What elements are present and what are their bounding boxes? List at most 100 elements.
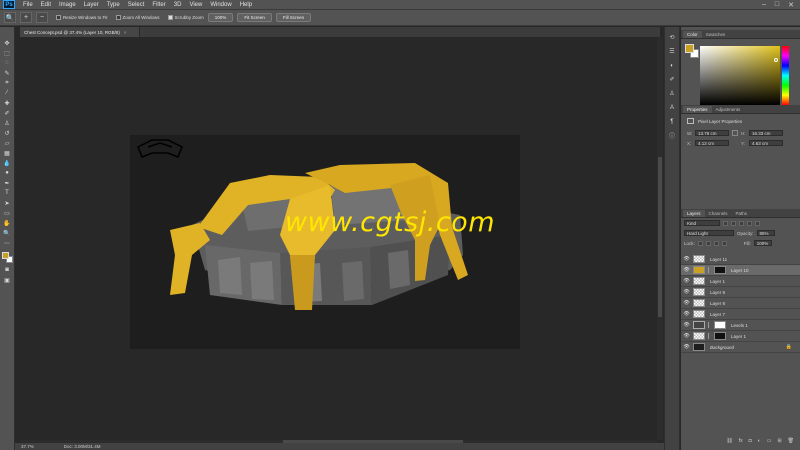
- link-layers-icon[interactable]: ⛓: [726, 438, 732, 446]
- eye-icon[interactable]: 👁: [683, 267, 690, 273]
- eye-icon[interactable]: 👁: [683, 256, 690, 262]
- layer-row[interactable]: 👁 Background 🔒: [681, 342, 800, 353]
- zoom-tool-icon-box[interactable]: 🔍: [2, 229, 13, 237]
- color-swatches[interactable]: [1, 252, 13, 264]
- document-tab[interactable]: Chest Concept.psd @ 37.4% (Layer 10, RGB…: [20, 27, 140, 37]
- close-tab-icon[interactable]: ×: [124, 30, 127, 35]
- eye-icon[interactable]: 👁: [683, 311, 690, 317]
- info-panel-icon[interactable]: ⓘ: [667, 131, 677, 140]
- type-tool-icon[interactable]: T: [2, 189, 13, 197]
- color-panel-swatches[interactable]: [685, 44, 699, 58]
- path-selection-tool-icon[interactable]: ➤: [2, 199, 13, 207]
- tab-paths[interactable]: Paths: [732, 210, 752, 217]
- healing-brush-tool-icon[interactable]: ✚: [2, 99, 13, 107]
- zoom-out-icon[interactable]: −: [36, 12, 48, 23]
- menu-file[interactable]: File: [19, 2, 37, 8]
- marquee-tool-icon[interactable]: ⬚: [2, 49, 13, 57]
- lock-position-icon[interactable]: [713, 240, 719, 246]
- menu-view[interactable]: View: [185, 2, 206, 8]
- y-field[interactable]: 4.63 cm: [749, 140, 783, 146]
- minimize-button[interactable]: –: [762, 1, 766, 9]
- layer-mask-thumbnail[interactable]: [714, 266, 726, 274]
- layer-row[interactable]: 👁 Layer 10: [681, 265, 800, 276]
- rectangle-tool-icon[interactable]: ▭: [2, 209, 13, 217]
- zoom-100-button[interactable]: 100%: [207, 13, 234, 22]
- opacity-field[interactable]: 85%: [756, 230, 775, 236]
- history-panel-icon[interactable]: ⟲: [667, 33, 677, 42]
- zoom-all-windows-checkbox[interactable]: Zoom All Windows: [115, 15, 160, 20]
- zoom-level[interactable]: 37.7%: [21, 444, 34, 449]
- eye-icon[interactable]: 👁: [683, 333, 690, 339]
- resize-windows-checkbox[interactable]: Resize Windows to Fit: [56, 15, 108, 20]
- zoom-tool-icon[interactable]: 🔍: [4, 12, 16, 23]
- eraser-tool-icon[interactable]: ▱: [2, 139, 13, 147]
- filter-adjustment-icon[interactable]: [731, 220, 736, 226]
- hand-tool-icon[interactable]: ✋: [2, 219, 13, 227]
- height-field[interactable]: 16.33 cm: [749, 130, 783, 136]
- brush-panel-icon[interactable]: ✐: [667, 75, 677, 84]
- vertical-scrollbar[interactable]: [657, 37, 663, 440]
- tab-layers[interactable]: Layers: [683, 210, 705, 217]
- clone-source-icon[interactable]: ♙: [667, 89, 677, 98]
- layer-row[interactable]: 👁 Layer 7: [681, 309, 800, 320]
- tab-color[interactable]: Color: [683, 31, 702, 38]
- scrubby-zoom-checkbox[interactable]: Scrubby Zoom: [167, 15, 204, 20]
- hue-slider[interactable]: [782, 46, 789, 105]
- tab-adjustments[interactable]: Adjustments: [712, 106, 745, 113]
- layer-row[interactable]: 👁 Layer 8: [681, 298, 800, 309]
- x-field[interactable]: 4.12 cm: [695, 140, 729, 146]
- new-adjustment-icon[interactable]: ◐: [758, 438, 761, 446]
- layer-row[interactable]: 👁 Levels 1: [681, 320, 800, 331]
- lock-all-icon[interactable]: [721, 240, 727, 246]
- quick-select-tool-icon[interactable]: ✎: [2, 69, 13, 77]
- screen-mode-icon[interactable]: ▣: [2, 276, 13, 284]
- close-window-button[interactable]: ✕: [788, 1, 794, 9]
- filter-smart-icon[interactable]: [755, 220, 760, 226]
- filter-kind-dropdown[interactable]: Kind: [684, 220, 720, 226]
- quick-mask-icon[interactable]: ◙: [2, 266, 13, 274]
- document-canvas[interactable]: [130, 135, 520, 349]
- layer-mask-thumbnail[interactable]: [714, 332, 726, 340]
- eye-icon[interactable]: 👁: [683, 300, 690, 306]
- fill-field[interactable]: 100%: [753, 240, 772, 246]
- menu-image[interactable]: Image: [55, 2, 80, 8]
- add-mask-icon[interactable]: ◘: [749, 438, 752, 446]
- move-tool-icon[interactable]: ✥: [2, 39, 13, 47]
- layer-row[interactable]: 👁 Layer 1: [681, 331, 800, 342]
- fx-icon[interactable]: fx: [739, 438, 743, 446]
- lock-pixels-icon[interactable]: [697, 240, 703, 246]
- menu-layer[interactable]: Layer: [80, 2, 103, 8]
- blur-tool-icon[interactable]: 💧: [2, 159, 13, 167]
- layer-row[interactable]: 👁 Layer 9: [681, 287, 800, 298]
- eye-icon[interactable]: 👁: [683, 289, 690, 295]
- width-field[interactable]: 13.76 cm: [695, 130, 729, 136]
- more-tools-icon[interactable]: ⋯: [2, 239, 13, 247]
- new-layer-icon[interactable]: ⊞: [777, 438, 781, 446]
- character-panel-icon[interactable]: A: [667, 103, 677, 112]
- eye-icon[interactable]: 👁: [683, 278, 690, 284]
- menu-window[interactable]: Window: [206, 2, 235, 8]
- menu-select[interactable]: Select: [124, 2, 149, 8]
- layer-row[interactable]: 👁 Layer 11: [681, 254, 800, 265]
- tab-channels[interactable]: Channels: [705, 210, 732, 217]
- eye-icon[interactable]: 👁: [683, 322, 690, 328]
- menu-help[interactable]: Help: [236, 2, 256, 8]
- dodge-tool-icon[interactable]: ●: [2, 169, 13, 177]
- history-brush-tool-icon[interactable]: ↺: [2, 129, 13, 137]
- filter-shape-icon[interactable]: [747, 220, 752, 226]
- clone-stamp-tool-icon[interactable]: ♙: [2, 119, 13, 127]
- color-picker-field[interactable]: [700, 46, 780, 105]
- tab-swatches[interactable]: Swatches: [702, 31, 730, 38]
- paragraph-panel-icon[interactable]: ¶: [667, 117, 677, 126]
- adjustments-panel-icon[interactable]: ◐: [667, 61, 677, 70]
- delete-layer-icon[interactable]: 🗑: [788, 438, 794, 446]
- pen-tool-icon[interactable]: ✒: [2, 179, 13, 187]
- canvas-area[interactable]: www.cgtsj.com: [20, 37, 657, 440]
- menu-3d[interactable]: 3D: [170, 2, 186, 8]
- zoom-in-icon[interactable]: +: [20, 12, 32, 23]
- fit-screen-button[interactable]: Fit Screen: [237, 13, 272, 22]
- layer-mask-thumbnail[interactable]: [714, 321, 726, 329]
- menu-edit[interactable]: Edit: [37, 2, 55, 8]
- menu-filter[interactable]: Filter: [148, 2, 169, 8]
- filter-type-icon[interactable]: [739, 220, 744, 226]
